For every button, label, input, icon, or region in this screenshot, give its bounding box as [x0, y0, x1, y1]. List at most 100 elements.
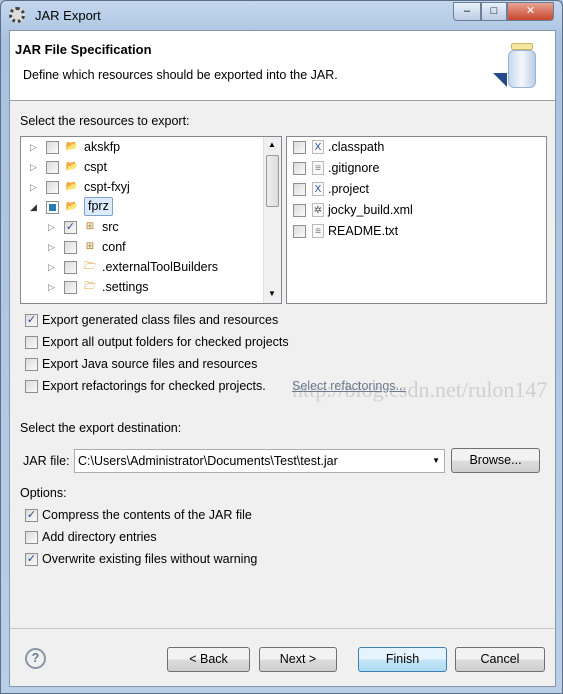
file-list[interactable]: X .classpath ≡ .gitignore X .project ✲ jocky_bu…: [286, 136, 547, 304]
tree-item-label: cspt-fxyj: [84, 180, 130, 194]
resources-label: Select the resources to export:: [20, 114, 190, 128]
checkbox[interactable]: [46, 201, 59, 214]
help-icon[interactable]: ?: [25, 648, 46, 669]
next-button[interactable]: Next >: [259, 647, 337, 672]
tree-item[interactable]: ▷ 📂 cspt: [21, 157, 261, 177]
xml-file-icon: X: [312, 140, 324, 154]
window-title: JAR Export: [35, 8, 101, 23]
option-checkbox-row[interactable]: Add directory entries: [25, 527, 445, 547]
project-error-icon: 📂: [65, 141, 79, 152]
option-label: Compress the contents of the JAR file: [42, 508, 252, 522]
close-button[interactable]: ✕: [507, 2, 554, 21]
collapsed-arrow-icon[interactable]: ▷: [48, 277, 55, 297]
checkbox[interactable]: [64, 281, 77, 294]
scrollbar-thumb[interactable]: [266, 155, 279, 207]
resource-tree[interactable]: ▷ 📂 akskfp ▷ 📂 cspt ▷ 📂 cspt-fxyj ◢ 📂 fprz ▷ ✓ ⊞ src ▷ ⊞ c…: [20, 136, 282, 304]
option-checkbox-row[interactable]: ✓ Overwrite existing files without warnin…: [25, 549, 445, 569]
option-checkbox-row[interactable]: ✓ Export generated class files and resour…: [25, 310, 445, 330]
wizard-header: JAR File Specification Define which reso…: [10, 31, 555, 101]
checkbox[interactable]: [293, 204, 306, 217]
checkbox[interactable]: [46, 141, 59, 154]
tree-item[interactable]: ◢ 📂 fprz: [21, 197, 261, 217]
dialog-window: JAR Export – □ ✕ JAR File Specification …: [0, 0, 563, 694]
page-description: Define which resources should be exporte…: [23, 68, 338, 82]
tree-item-label: cspt: [84, 160, 107, 174]
checkbox[interactable]: [25, 380, 38, 393]
checkbox[interactable]: [293, 141, 306, 154]
expanded-arrow-icon[interactable]: ◢: [30, 197, 37, 217]
collapsed-arrow-icon[interactable]: ▷: [48, 237, 55, 257]
tree-item-label: fprz: [84, 197, 113, 216]
collapsed-arrow-icon[interactable]: ▷: [48, 257, 55, 277]
option-checkbox-row[interactable]: Export all output folders for checked pr…: [25, 332, 445, 352]
checkbox[interactable]: ✓: [25, 509, 38, 522]
collapsed-arrow-icon[interactable]: ▷: [48, 217, 55, 237]
scroll-up-icon[interactable]: ▲: [268, 140, 276, 149]
maximize-button[interactable]: □: [481, 2, 507, 21]
option-checkbox-row[interactable]: Export refactorings for checked projects…: [25, 376, 445, 396]
page-title: JAR File Specification: [15, 42, 152, 57]
jar-file-value: C:\Users\Administrator\Documents\Test\te…: [78, 454, 338, 468]
scroll-down-icon[interactable]: ▼: [268, 289, 276, 298]
jar-icon: [493, 43, 539, 89]
tree-item[interactable]: ▷ 📂 akskfp: [21, 137, 261, 157]
minimize-button[interactable]: –: [453, 2, 481, 21]
file-item-label: .classpath: [328, 140, 385, 154]
option-checkbox-row[interactable]: Export Java source files and resources: [25, 354, 445, 374]
file-item[interactable]: X .classpath: [287, 137, 542, 157]
file-item[interactable]: ≡ README.txt: [287, 221, 542, 241]
checkbox[interactable]: ✓: [64, 221, 77, 234]
tree-item[interactable]: ▷ 🗁 .externalToolBuilders: [21, 257, 261, 277]
file-item-label: .project: [328, 182, 369, 196]
folder-icon: 🗁: [83, 281, 97, 292]
collapsed-arrow-icon[interactable]: ▷: [30, 157, 37, 177]
finish-button[interactable]: Finish: [358, 647, 447, 672]
file-item-label: .gitignore: [328, 161, 380, 175]
tree-item-label: src: [102, 220, 119, 234]
browse-button[interactable]: Browse...: [451, 448, 540, 473]
option-label: Export all output folders for checked pr…: [42, 335, 289, 349]
select-refactorings-link[interactable]: Select refactorings...: [292, 376, 406, 396]
tree-item[interactable]: ▷ 📂 cspt-fxyj: [21, 177, 261, 197]
file-item[interactable]: ✲ jocky_build.xml: [287, 200, 542, 220]
chevron-down-icon[interactable]: ▼: [432, 450, 440, 472]
option-label: Export generated class files and resourc…: [42, 313, 279, 327]
checkbox[interactable]: [46, 181, 59, 194]
tree-item-label: .externalToolBuilders: [102, 260, 219, 274]
collapsed-arrow-icon[interactable]: ▷: [30, 177, 37, 197]
cancel-button[interactable]: Cancel: [455, 647, 545, 672]
checkbox[interactable]: [25, 358, 38, 371]
checkbox[interactable]: ✓: [25, 553, 38, 566]
package-warning-icon: ⊞: [85, 221, 95, 232]
option-label: Overwrite existing files without warning: [42, 552, 258, 566]
option-label: Export refactorings for checked projects…: [42, 379, 266, 393]
tree-item[interactable]: ▷ ✓ ⊞ src: [21, 217, 261, 237]
file-item-label: jocky_build.xml: [328, 203, 413, 217]
checkbox[interactable]: [293, 225, 306, 238]
checkbox[interactable]: [64, 241, 77, 254]
package-warning-icon: ⊞: [85, 241, 95, 252]
file-item[interactable]: X .project: [287, 179, 542, 199]
file-item[interactable]: ≡ .gitignore: [287, 158, 542, 178]
collapsed-arrow-icon[interactable]: ▷: [30, 137, 37, 157]
checkbox[interactable]: [46, 161, 59, 174]
checkbox[interactable]: [293, 183, 306, 196]
checkbox[interactable]: ✓: [25, 314, 38, 327]
back-button[interactable]: < Back: [167, 647, 250, 672]
project-error-icon: 📂: [65, 161, 79, 172]
checkbox[interactable]: [293, 162, 306, 175]
checkbox[interactable]: [25, 531, 38, 544]
dialog-content: JAR File Specification Define which reso…: [9, 30, 556, 687]
checkbox[interactable]: [25, 336, 38, 349]
file-item-label: README.txt: [328, 224, 399, 238]
xml-file-icon: X: [312, 182, 324, 196]
checkbox[interactable]: [64, 261, 77, 274]
text-file-icon: ≡: [312, 224, 324, 238]
tree-item-label: akskfp: [84, 140, 121, 154]
option-checkbox-row[interactable]: ✓ Compress the contents of the JAR file: [25, 505, 445, 525]
tree-item[interactable]: ▷ 🗁 .settings: [21, 277, 261, 297]
tree-item[interactable]: ▷ ⊞ conf: [21, 237, 261, 257]
eclipse-icon: [9, 7, 25, 23]
jar-file-combo[interactable]: C:\Users\Administrator\Documents\Test\te…: [74, 449, 445, 473]
tree-scrollbar[interactable]: ▲ ▼: [263, 137, 281, 303]
